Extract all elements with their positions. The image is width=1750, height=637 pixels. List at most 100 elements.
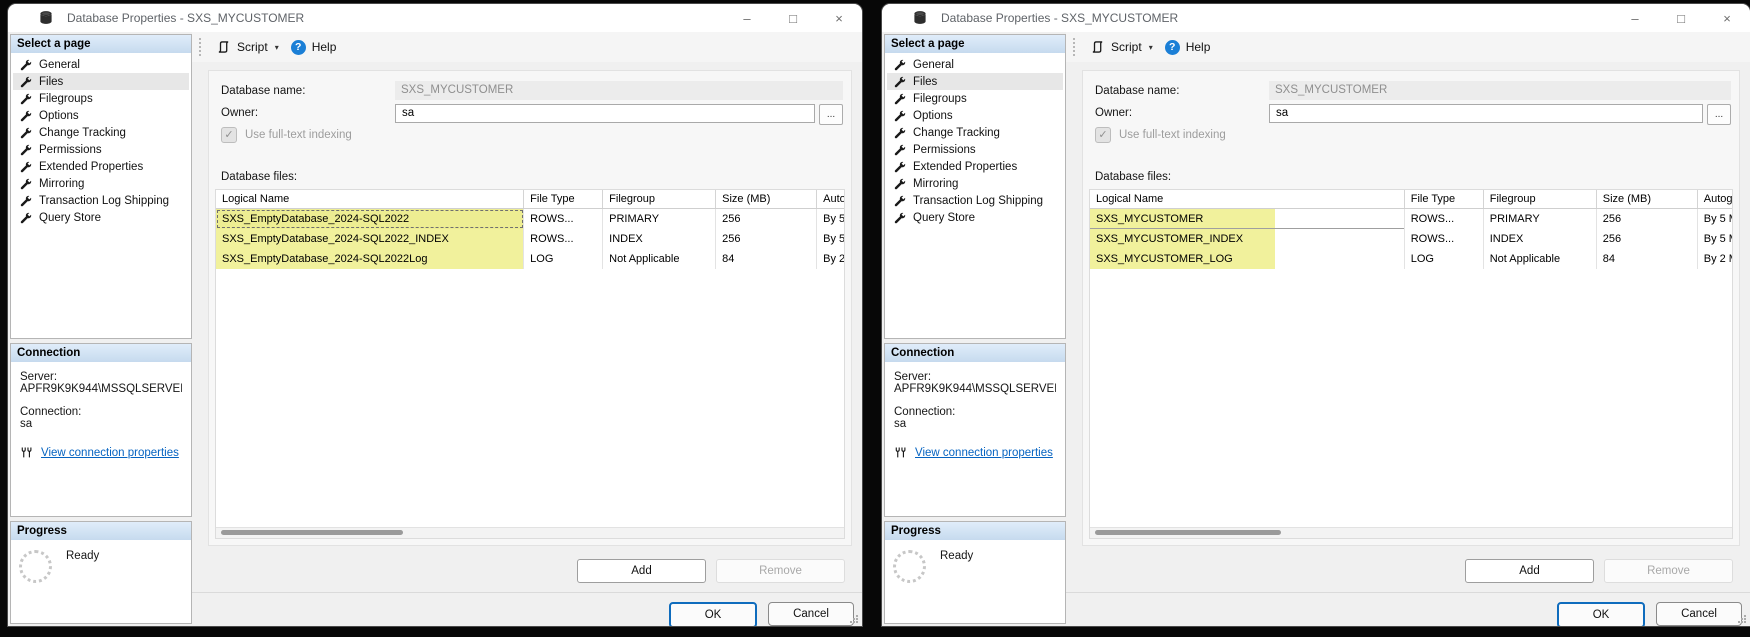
cell-filegroup[interactable]: Not Applicable <box>603 249 716 269</box>
cell-size[interactable]: 256 <box>1597 229 1698 249</box>
column-header-filegroup[interactable]: Filegroup <box>603 190 716 208</box>
sidebar-item-extended-properties[interactable]: Extended Properties <box>887 158 1063 175</box>
table-row[interactable]: SXS_EmptyDatabase_2024-SQL2022Log LOG No… <box>216 249 844 269</box>
general-page-panel: Database name: SXS_MYCUSTOMER Owner: sa … <box>208 70 852 546</box>
cell-size[interactable]: 84 <box>716 249 817 269</box>
sidebar-item-transaction-log-shipping[interactable]: Transaction Log Shipping <box>887 192 1063 209</box>
browse-owner-button[interactable]: ... <box>1707 104 1731 125</box>
cancel-button[interactable]: Cancel <box>1656 602 1742 626</box>
ok-button[interactable]: OK <box>1557 602 1645 626</box>
help-icon: ? <box>291 40 306 55</box>
sidebar-item-filegroups[interactable]: Filegroups <box>887 90 1063 107</box>
column-header-file-type[interactable]: File Type <box>1405 190 1484 208</box>
cell-autogrowth[interactable]: By 5 MB, Unli <box>1698 229 1732 249</box>
cell-autogrowth[interactable]: By 5 MB, Unli <box>1698 209 1732 229</box>
cell-autogrowth[interactable]: By 2 MB, Limi <box>817 249 844 269</box>
sidebar-item-transaction-log-shipping[interactable]: Transaction Log Shipping <box>13 192 189 209</box>
script-button[interactable]: Script ▾ <box>1085 37 1159 57</box>
cell-file-type[interactable]: ROWS... <box>1405 229 1484 249</box>
cell-logical-name[interactable]: SXS_EmptyDatabase_2024-SQL2022Log <box>216 249 524 269</box>
cell-autogrowth[interactable]: By 2 MB, Limi <box>1698 249 1732 269</box>
cell-autogrowth[interactable]: By 5 MB, Unli <box>817 209 844 229</box>
sidebar-item-permissions[interactable]: Permissions <box>13 141 189 158</box>
cell-size[interactable]: 256 <box>716 229 817 249</box>
cell-size[interactable]: 256 <box>1597 209 1698 229</box>
sidebar-item-files[interactable]: Files <box>13 73 189 90</box>
script-button[interactable]: Script ▾ <box>211 37 285 57</box>
sidebar-item-mirroring[interactable]: Mirroring <box>887 175 1063 192</box>
scrollbar-thumb[interactable] <box>221 530 403 535</box>
horizontal-scrollbar[interactable] <box>1090 527 1732 538</box>
scrollbar-thumb[interactable] <box>1095 530 1281 535</box>
database-icon <box>912 10 928 26</box>
help-button[interactable]: ? Help <box>1159 37 1217 58</box>
column-header-size[interactable]: Size (MB) <box>716 190 817 208</box>
cancel-button[interactable]: Cancel <box>768 602 854 626</box>
add-button[interactable]: Add <box>577 559 706 583</box>
cell-logical-name[interactable]: SXS_MYCUSTOMER_LOG <box>1090 249 1405 269</box>
maximize-button[interactable]: □ <box>1658 4 1704 32</box>
cell-filegroup[interactable]: PRIMARY <box>1484 209 1597 229</box>
sidebar-item-query-store[interactable]: Query Store <box>887 209 1063 226</box>
sidebar-item-options[interactable]: Options <box>887 107 1063 124</box>
cell-filegroup[interactable]: INDEX <box>1484 229 1597 249</box>
cell-filegroup[interactable]: INDEX <box>603 229 716 249</box>
cell-size[interactable]: 256 <box>716 209 817 229</box>
add-button[interactable]: Add <box>1465 559 1594 583</box>
cell-filegroup[interactable]: Not Applicable <box>1484 249 1597 269</box>
cell-file-type[interactable]: LOG <box>524 249 603 269</box>
column-header-size[interactable]: Size (MB) <box>1597 190 1698 208</box>
browse-owner-button[interactable]: ... <box>819 104 843 125</box>
sidebar-item-permissions[interactable]: Permissions <box>887 141 1063 158</box>
cell-autogrowth[interactable]: By 5 MB, Unli <box>817 229 844 249</box>
ok-button[interactable]: OK <box>669 602 757 626</box>
footer-divider <box>192 592 862 593</box>
close-button[interactable]: × <box>816 4 862 32</box>
close-button[interactable]: × <box>1704 4 1750 32</box>
sidebar-item-query-store[interactable]: Query Store <box>13 209 189 226</box>
sidebar-item-general[interactable]: General <box>887 56 1063 73</box>
table-row[interactable]: SXS_MYCUSTOMER ROWS... PRIMARY 256 By 5 … <box>1090 209 1732 229</box>
table-row[interactable]: SXS_MYCUSTOMER_LOG LOG Not Applicable 84… <box>1090 249 1732 269</box>
cell-file-type[interactable]: ROWS... <box>524 209 603 229</box>
owner-field[interactable]: sa <box>1269 104 1703 123</box>
column-header-file-type[interactable]: File Type <box>524 190 603 208</box>
cell-logical-name[interactable]: SXS_EmptyDatabase_2024-SQL2022 <box>216 209 524 229</box>
title-bar[interactable]: Database Properties - SXS_MYCUSTOMER – □… <box>8 4 862 32</box>
sidebar-item-change-tracking[interactable]: Change Tracking <box>887 124 1063 141</box>
title-bar[interactable]: Database Properties - SXS_MYCUSTOMER – □… <box>882 4 1750 32</box>
cell-logical-name[interactable]: SXS_MYCUSTOMER <box>1090 209 1405 229</box>
table-row[interactable]: SXS_EmptyDatabase_2024-SQL2022 ROWS... P… <box>216 209 844 229</box>
cell-file-type[interactable]: ROWS... <box>524 229 603 249</box>
sidebar-item-mirroring[interactable]: Mirroring <box>13 175 189 192</box>
view-connection-properties-link[interactable]: View connection properties <box>41 447 179 459</box>
minimize-button[interactable]: – <box>1612 4 1658 32</box>
sidebar-item-general[interactable]: General <box>13 56 189 73</box>
column-header-logical-name[interactable]: Logical Name <box>1090 190 1405 208</box>
resize-grip-icon[interactable] <box>1736 613 1747 624</box>
cell-file-type[interactable]: ROWS... <box>1405 209 1484 229</box>
minimize-button[interactable]: – <box>724 4 770 32</box>
resize-grip-icon[interactable] <box>848 613 859 624</box>
column-header-autogrowth[interactable]: Autogrowth / <box>817 190 844 208</box>
sidebar-item-change-tracking[interactable]: Change Tracking <box>13 124 189 141</box>
cell-logical-name[interactable]: SXS_MYCUSTOMER_INDEX <box>1090 229 1405 249</box>
cell-size[interactable]: 84 <box>1597 249 1698 269</box>
sidebar-item-files[interactable]: Files <box>887 73 1063 90</box>
sidebar-item-options[interactable]: Options <box>13 107 189 124</box>
column-header-autogrowth[interactable]: Autogrowth / <box>1698 190 1732 208</box>
maximize-button[interactable]: □ <box>770 4 816 32</box>
table-row[interactable]: SXS_MYCUSTOMER_INDEX ROWS... INDEX 256 B… <box>1090 229 1732 249</box>
column-header-filegroup[interactable]: Filegroup <box>1484 190 1597 208</box>
horizontal-scrollbar[interactable] <box>216 527 844 538</box>
column-header-logical-name[interactable]: Logical Name <box>216 190 524 208</box>
owner-field[interactable]: sa <box>395 104 815 123</box>
help-button[interactable]: ? Help <box>285 37 343 58</box>
sidebar-item-filegroups[interactable]: Filegroups <box>13 90 189 107</box>
cell-filegroup[interactable]: PRIMARY <box>603 209 716 229</box>
cell-file-type[interactable]: LOG <box>1405 249 1484 269</box>
sidebar-item-extended-properties[interactable]: Extended Properties <box>13 158 189 175</box>
view-connection-properties-link[interactable]: View connection properties <box>915 447 1053 459</box>
cell-logical-name[interactable]: SXS_EmptyDatabase_2024-SQL2022_INDEX <box>216 229 524 249</box>
table-row[interactable]: SXS_EmptyDatabase_2024-SQL2022_INDEX ROW… <box>216 229 844 249</box>
